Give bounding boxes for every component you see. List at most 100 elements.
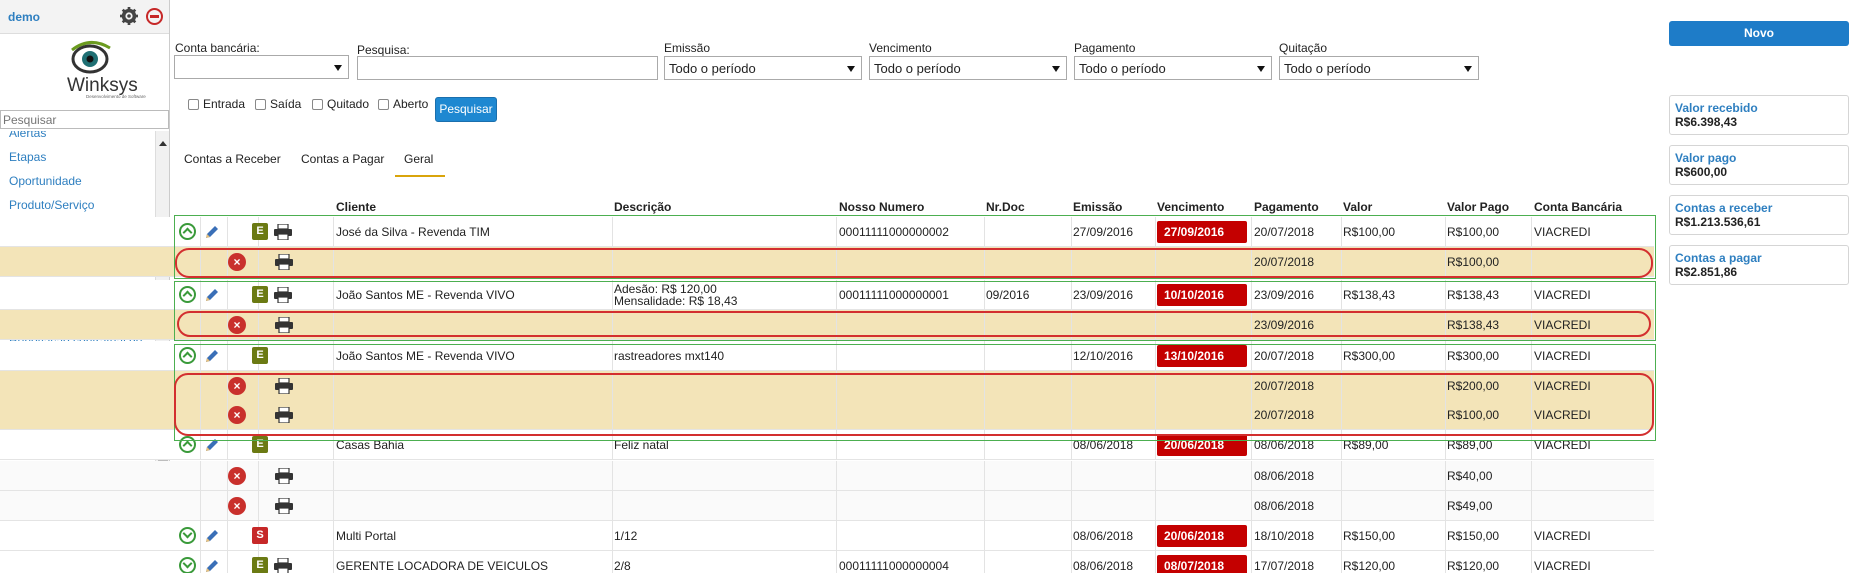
sidebar-item[interactable]: Etapas xyxy=(0,151,150,164)
cell-emissao: 08/06/2018 xyxy=(1073,559,1134,573)
column-divider xyxy=(1071,461,1072,491)
emissao-select[interactable]: Todo o período xyxy=(664,56,862,80)
winksys-logo-icon: Winksys Desenvolvimento de Software xyxy=(67,41,146,99)
checkbox-box[interactable] xyxy=(378,98,389,110)
emissao-value: Todo o período xyxy=(669,61,756,76)
column-divider xyxy=(1155,521,1156,551)
tab-contas-a-pagar[interactable]: Contas a Pagar xyxy=(301,152,384,166)
card-title: Valor pago xyxy=(1675,151,1737,165)
checkbox-entrada[interactable]: Entrada xyxy=(188,97,245,111)
cell-pagamento: 08/06/2018 xyxy=(1254,499,1315,513)
card-value: R$6.398,43 xyxy=(1675,115,1738,129)
card-contas-a-pagar: Contas a pagar R$2.851,86 xyxy=(1669,245,1849,285)
column-divider xyxy=(1445,491,1446,521)
cell-valor: R$120,00 xyxy=(1343,559,1396,573)
print-icon[interactable] xyxy=(275,497,293,515)
column-divider xyxy=(1071,551,1072,573)
conta-label: Conta bancária: xyxy=(175,41,260,55)
checkbox-quitado[interactable]: Quitado xyxy=(312,97,369,111)
column-divider xyxy=(1531,491,1532,521)
card-value: R$1.213.536,61 xyxy=(1675,215,1761,229)
col-cliente: Cliente xyxy=(336,200,377,214)
card-title: Contas a receber xyxy=(1675,201,1773,215)
tab-geral[interactable]: Geral xyxy=(404,152,433,166)
sidebar-item[interactable]: Oportunidade xyxy=(0,175,150,188)
cell-valor-pago: R$120,00 xyxy=(1447,559,1500,573)
column-divider xyxy=(1251,551,1252,573)
pagamento-value: Todo o período xyxy=(1079,61,1166,76)
delete-icon[interactable]: × xyxy=(228,467,246,485)
print-icon[interactable] xyxy=(275,467,293,485)
column-divider xyxy=(227,521,228,551)
column-divider xyxy=(333,491,334,521)
chevron-down-icon xyxy=(334,65,342,71)
quitacao-select[interactable]: Todo o período xyxy=(1279,56,1479,80)
column-divider xyxy=(200,461,201,491)
column-divider xyxy=(836,461,837,491)
column-divider xyxy=(612,551,613,573)
scroll-up-icon[interactable] xyxy=(159,141,167,146)
sidebar-item[interactable]: Alertas xyxy=(0,131,150,140)
expand-icon[interactable] xyxy=(179,527,196,544)
column-divider xyxy=(1071,521,1072,551)
column-divider xyxy=(984,551,985,573)
sidebar-item[interactable]: Produto/Serviço xyxy=(0,199,150,212)
table-row: E GERENTE LOCADORA DE VEICULOS 2/8 00011111… xyxy=(0,551,1654,573)
card-value: R$600,00 xyxy=(1675,165,1728,179)
edit-icon[interactable] xyxy=(204,528,220,544)
vencimento-value: Todo o período xyxy=(874,61,961,76)
column-divider xyxy=(1531,551,1532,573)
delete-icon[interactable]: × xyxy=(228,497,246,515)
table-subrow: × 08/06/2018 R$40,00 xyxy=(0,461,1654,491)
column-divider xyxy=(258,461,259,491)
cell-cliente: GERENTE LOCADORA DE VEICULOS xyxy=(336,559,549,573)
cell-nosso-numero: 00011111000000004 xyxy=(839,559,949,573)
checkbox-box[interactable] xyxy=(188,98,199,110)
checkbox-aberto[interactable]: Aberto xyxy=(378,97,428,111)
gear-icon[interactable] xyxy=(120,7,138,25)
checkbox-box[interactable] xyxy=(255,98,266,110)
cell-valor: R$150,00 xyxy=(1343,529,1396,543)
col-nr-doc: Nr.Doc xyxy=(986,200,1025,214)
checkbox-saida[interactable]: Saída xyxy=(255,97,301,111)
print-icon[interactable] xyxy=(274,557,292,573)
column-divider xyxy=(1445,551,1446,573)
logo-wordmark: Winksys xyxy=(67,75,138,96)
checkbox-label: Entrada xyxy=(203,97,246,111)
col-descricao: Descrição xyxy=(614,200,672,214)
search-button[interactable]: Pesquisar xyxy=(435,97,497,122)
new-button[interactable]: Novo xyxy=(1669,21,1849,46)
tab-contas-a-receber[interactable]: Contas a Receber xyxy=(184,152,281,166)
logo: Winksys Desenvolvimento de Software xyxy=(0,34,169,112)
column-divider xyxy=(200,521,201,551)
card-valor-pago: Valor pago R$600,00 xyxy=(1669,145,1849,185)
column-divider xyxy=(1531,461,1532,491)
pesquisa-input[interactable] xyxy=(357,56,658,80)
column-divider xyxy=(984,491,985,521)
column-divider xyxy=(984,461,985,491)
vencimento-select[interactable]: Todo o período xyxy=(869,56,1067,80)
user-name[interactable]: demo xyxy=(8,10,40,24)
logout-icon[interactable] xyxy=(146,8,163,25)
column-divider xyxy=(836,491,837,521)
entrada-badge-icon: E xyxy=(252,557,268,573)
cell-emissao: 08/06/2018 xyxy=(1073,529,1134,543)
col-vencimento: Vencimento xyxy=(1157,200,1225,214)
column-divider xyxy=(200,491,201,521)
checkbox-box[interactable] xyxy=(312,98,323,110)
column-divider xyxy=(984,521,985,551)
edit-icon[interactable] xyxy=(204,558,220,573)
column-divider xyxy=(1251,521,1252,551)
pagamento-select[interactable]: Todo o período xyxy=(1074,56,1272,80)
cell-pagamento: 08/06/2018 xyxy=(1254,469,1315,483)
column-divider xyxy=(836,521,837,551)
cell-cliente: Multi Portal xyxy=(336,529,397,543)
sidebar-search-input[interactable] xyxy=(0,110,169,129)
column-divider xyxy=(1445,521,1446,551)
column-divider xyxy=(612,521,613,551)
column-divider xyxy=(836,551,837,573)
expand-icon[interactable] xyxy=(179,557,196,573)
col-conta-bancaria: Conta Bancária xyxy=(1534,200,1623,214)
conta-select[interactable] xyxy=(174,55,349,79)
table-row: S Multi Portal 1/12 08/06/2018 20/06/2018 18/… xyxy=(0,521,1654,551)
